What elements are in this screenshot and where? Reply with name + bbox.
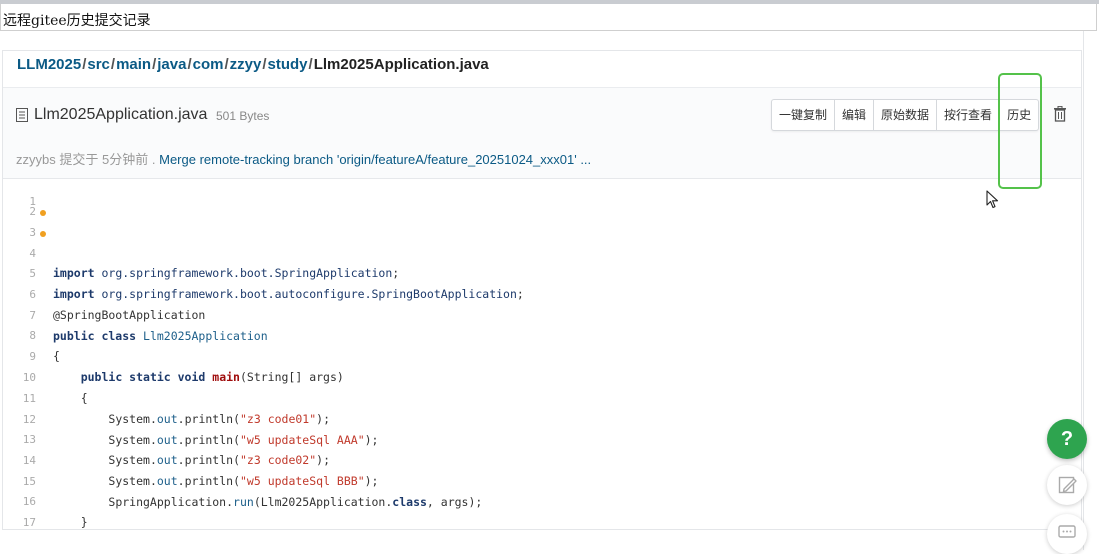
raw-button[interactable]: 原始数据 <box>874 100 938 130</box>
history-highlight <box>998 73 1042 189</box>
breadcrumb: LLM2025/src/main/java/com/zzyy/study/Llm… <box>17 56 489 73</box>
commit-author[interactable]: zzyybs <box>16 152 56 167</box>
file-size: 501 Bytes <box>216 109 270 123</box>
edit-button[interactable]: 编辑 <box>835 100 875 130</box>
mouse-cursor-icon <box>986 190 999 209</box>
code-line: 17 } <box>3 493 1081 529</box>
code-view: 1 2 3 import org.springframework.boot.Sp… <box>3 179 1081 529</box>
commit-separator: . <box>151 152 156 167</box>
code-line: 8 { <box>3 306 1081 363</box>
code-line: 6 @SpringBootApplication <box>3 265 1081 322</box>
breadcrumb-link[interactable]: java <box>157 56 186 73</box>
file-text-icon <box>16 108 28 122</box>
commit-info: zzyybs 提交于 5分钟前 . Merge remote-tracking … <box>16 149 591 168</box>
commit-action: 提交于 <box>59 152 99 167</box>
breadcrumb-current: Llm2025Application.java <box>313 56 489 73</box>
commit-message-link[interactable]: Merge remote-tracking branch 'origin/fea… <box>159 152 591 167</box>
modified-marker <box>40 231 46 237</box>
breadcrumb-link[interactable]: src <box>87 56 110 73</box>
trash-icon[interactable] <box>1053 106 1067 122</box>
code-line: 3 import org.springframework.boot.Spring… <box>3 203 1081 280</box>
feedback-button[interactable] <box>1047 465 1087 505</box>
edit-note-icon <box>1058 476 1077 494</box>
caption-text: 远程gitee历史提交记录 <box>3 13 151 29</box>
breadcrumb-link[interactable]: main <box>116 56 151 73</box>
code-line: 11 System.out.println("z3 code01"); <box>3 369 1081 426</box>
code-line: 10 { <box>3 348 1081 405</box>
help-button[interactable]: ? <box>1047 419 1087 459</box>
code-line: 4 import org.springframework.boot.autoco… <box>3 224 1081 301</box>
modified-marker <box>40 210 46 216</box>
code-line: 15 SpringApplication.run(Llm2025Applicat… <box>3 452 1081 509</box>
breadcrumb-link[interactable]: study <box>268 56 308 73</box>
code-line: 16 } <box>3 472 1081 529</box>
code-line: 9 public static void main(String[] args) <box>3 327 1081 384</box>
caption-bar: 远程gitee历史提交记录 <box>0 4 1097 31</box>
code-line: 5 <box>3 244 1081 280</box>
file-header: Llm2025Application.java 501 Bytes 一键复制 编… <box>3 88 1081 179</box>
file-name: Llm2025Application.java <box>34 106 208 123</box>
code-line: 13 System.out.println("z3 code02"); <box>3 410 1081 467</box>
chat-icon <box>1058 525 1076 538</box>
code-line: 7 public class Llm2025Application <box>3 286 1081 343</box>
file-panel: LLM2025/src/main/java/com/zzyy/study/Llm… <box>2 50 1082 530</box>
code-line: 2 <box>3 182 1081 218</box>
code-text: } <box>53 512 88 529</box>
commit-time: 5分钟前 <box>102 152 149 167</box>
line-number[interactable]: 17 <box>3 513 36 529</box>
breadcrumb-link[interactable]: com <box>193 56 224 73</box>
copy-button[interactable]: 一键复制 <box>772 100 836 130</box>
brace: } <box>80 515 88 529</box>
code-line: 14 System.out.println("w5 updateSql BBB"… <box>3 431 1081 488</box>
code-line: 12 System.out.println("w5 updateSql AAA"… <box>3 390 1081 447</box>
blame-button[interactable]: 按行查看 <box>937 100 1001 130</box>
chat-button[interactable] <box>1047 514 1087 554</box>
breadcrumb-link[interactable]: LLM2025 <box>17 56 81 73</box>
breadcrumb-link[interactable]: zzyy <box>230 56 262 73</box>
